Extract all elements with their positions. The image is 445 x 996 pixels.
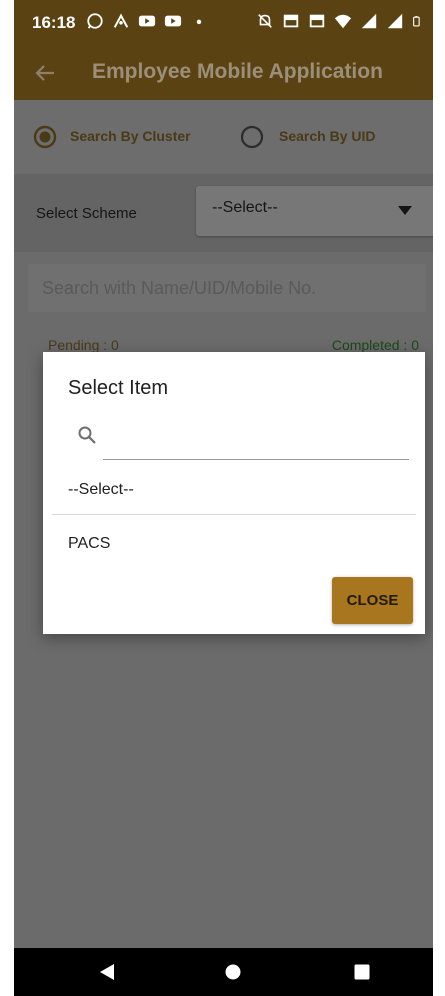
option-select-placeholder[interactable]: --Select-- [68,481,134,499]
select-item-dialog: Select Item --Select-- PACS CLOSE [43,352,425,634]
back-icon[interactable] [98,963,116,981]
arrow-left-icon[interactable] [32,60,58,86]
mute-icon [258,14,272,28]
pending-count: Pending : 0 [48,337,119,353]
dot-icon [196,19,202,25]
search-underline [103,459,409,460]
wifi-icon [334,14,352,29]
radio-label-uid[interactable]: Search By UID [279,128,375,144]
recents-icon[interactable] [354,964,370,980]
status-right-icons [256,12,423,30]
status-time: 16:18 [32,13,76,32]
status-left-icons [86,12,208,30]
scheme-label: Select Scheme [36,205,137,222]
search-icon [78,426,96,444]
close-button[interactable]: CLOSE [332,577,413,624]
navigation-bar [14,948,433,996]
dialog-search-input[interactable] [107,424,407,456]
youtube-icon [138,15,156,27]
signal-icon [387,13,403,29]
radio-label-cluster[interactable]: Search By Cluster [70,128,191,144]
app-icon [113,13,129,28]
scheme-selected-value: --Select-- [212,199,278,216]
option-divider [52,514,416,515]
search-input[interactable] [28,264,426,312]
home-icon[interactable] [225,964,241,980]
dialog-title: Select Item [68,377,169,399]
scheme-dropdown[interactable]: --Select-- [196,186,433,236]
youtube-icon [164,15,182,27]
search-mode-group: Search By Cluster Search By UID [14,100,433,174]
signal-icon [361,13,377,29]
radio-search-by-uid[interactable] [239,124,265,150]
phone-screen: 16:18 Employee Mobile Application Search… [14,0,433,996]
volte-icon [283,14,299,28]
scheme-row: Select Scheme --Select-- [14,174,433,252]
whatsapp-icon [87,13,103,29]
battery-icon [413,16,420,27]
volte-icon [309,14,325,28]
radio-search-by-cluster[interactable] [32,124,58,150]
app-bar: Employee Mobile Application [14,46,433,100]
caret-down-icon [398,206,412,215]
app-title: Employee Mobile Application [92,60,383,83]
completed-count: Completed : 0 [331,337,419,353]
option-pacs[interactable]: PACS [68,535,110,553]
status-bar: 16:18 [14,0,433,46]
